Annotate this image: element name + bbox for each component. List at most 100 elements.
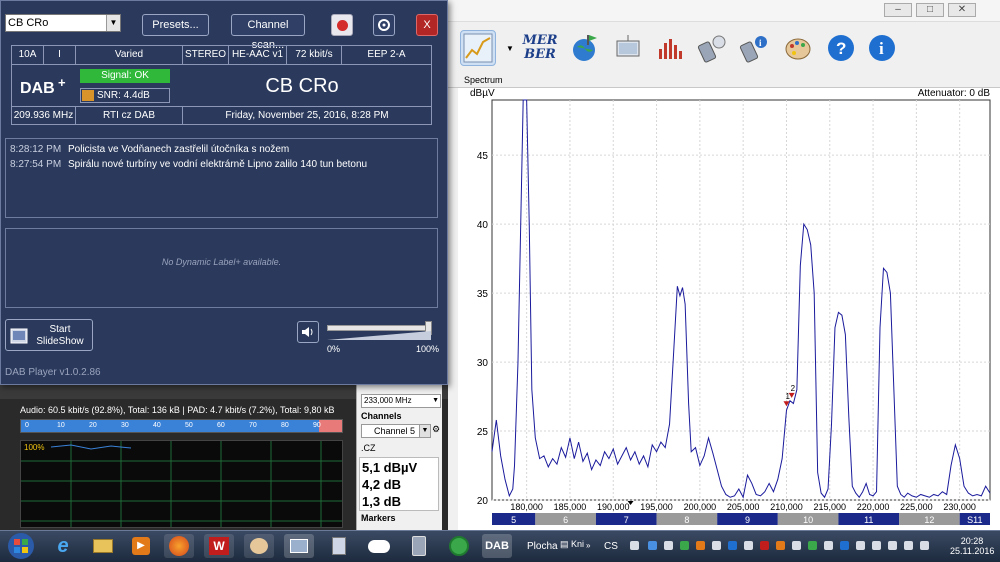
meter-disc-icon <box>697 35 726 63</box>
toolbar-books[interactable]: ▤ Kni <box>560 539 584 550</box>
taskbar-media-player[interactable]: ▶ <box>126 534 156 558</box>
settings-button[interactable] <box>373 14 395 36</box>
firefox-icon <box>169 536 189 556</box>
svg-text:+: + <box>58 76 66 90</box>
volume-wedge <box>327 331 431 340</box>
country-code: .CZ <box>361 443 376 453</box>
y-tick-label: 45 <box>477 151 489 162</box>
dynamic-label-box: No Dynamic Label+ available. <box>5 228 438 308</box>
mute-button[interactable] <box>297 321 319 343</box>
globe-button[interactable] <box>566 30 602 66</box>
channel-scan-button[interactable]: Channel scan... <box>231 14 305 51</box>
ensemble-cell: RTI cz DAB <box>76 106 183 125</box>
monitor-button[interactable] <box>610 30 646 66</box>
service-info-table: 10A I Varied STEREO HE-AAC v1 72 kbit/s … <box>11 45 432 125</box>
audio-scale-tick: 20 <box>89 422 97 429</box>
dynamic-label-placeholder: No Dynamic Label+ available. <box>161 257 282 267</box>
globe-icon <box>449 536 469 556</box>
clock[interactable]: 20:28 25.11.2016 <box>950 536 994 556</box>
volume-min-label: 0% <box>327 344 341 354</box>
help-button[interactable]: ? <box>823 30 859 66</box>
x-tick-label: 185,000 <box>554 502 587 512</box>
channel-band-label: S11 <box>967 515 982 525</box>
graph-max-label: 100% <box>24 443 45 452</box>
maximize-button[interactable]: □ <box>916 3 944 17</box>
start-slideshow-button[interactable]: Start SlideShow <box>5 319 93 351</box>
block-cell: 10A <box>12 46 44 65</box>
record-button[interactable] <box>331 14 353 36</box>
taskbar-firefox[interactable] <box>164 534 194 558</box>
cloud-icon <box>368 539 390 553</box>
dab-player-window: CB CRo ▼ Presets... Channel scan... X 10… <box>0 0 448 385</box>
dropdown-arrow-icon[interactable]: ▼ <box>506 44 514 53</box>
spectrum-tab-label: Spectrum <box>464 75 503 85</box>
type-cell: I <box>44 46 76 65</box>
channel-band-label: 6 <box>563 515 568 525</box>
markers-heading: Markers <box>361 513 396 523</box>
frequency-select[interactable]: 233,000 MHz ▼ <box>361 394 441 408</box>
audio-graph-grid <box>21 441 342 527</box>
taskbar-meter[interactable] <box>404 534 434 558</box>
channel-band-label: 12 <box>924 515 934 525</box>
start-button[interactable] <box>4 531 38 561</box>
x-tick-label: 210,000 <box>770 502 803 512</box>
language-indicator[interactable]: CS <box>604 541 618 552</box>
levels-button[interactable] <box>652 30 688 66</box>
level-reading: 5,1 dBµV <box>362 460 418 475</box>
books-label: Kni <box>571 539 585 549</box>
clock-time: 20:28 <box>960 536 984 546</box>
channel-dropdown-button[interactable]: ▼ <box>419 424 431 438</box>
windows-logo-icon <box>8 533 34 559</box>
slideshow-label-line2: SlideShow <box>36 336 84 347</box>
news-time: 8:27:54 PM <box>10 159 62 170</box>
x-tick-label: 220,000 <box>857 502 890 512</box>
plot-border <box>491 99 991 501</box>
info-button[interactable]: i <box>864 30 900 66</box>
spectrum-graph-icon <box>463 33 493 63</box>
mode-cell: STEREO <box>183 46 229 65</box>
snr-text: SNR: 4.4dB <box>97 90 150 101</box>
taskbar-explorer[interactable] <box>88 534 118 558</box>
spectrum-plot-area: 20 25 30 35 40 45 180,000 185,000 190,000 195,000… <box>458 88 1000 530</box>
x-tick-label: 215,000 <box>814 502 847 512</box>
x-tick-label: 205,000 <box>727 502 760 512</box>
mer-ber-button[interactable]: MER BER <box>518 30 562 66</box>
attenuator-readout: Attenuator: 0 dB <box>917 88 990 99</box>
taskbar-app[interactable] <box>284 534 314 558</box>
protection-cell: EEP 2-A <box>342 46 431 65</box>
taskbar-winamp[interactable]: W <box>204 534 234 558</box>
snr-readout: SNR: 4.4dB <box>80 88 170 103</box>
settings-icon[interactable]: ⚙ <box>432 424 442 438</box>
meter-info-button[interactable]: i <box>736 30 772 66</box>
genre-cell: Varied <box>76 46 183 65</box>
snr-quality-swatch <box>82 90 94 101</box>
y-tick-label: 25 <box>477 427 489 438</box>
taskbar-globe[interactable] <box>444 534 474 558</box>
taskbar-calculator[interactable] <box>324 534 354 558</box>
audio-scale-tick: 60 <box>217 422 225 429</box>
taskbar-dab[interactable]: DAB <box>482 534 512 558</box>
dab-plus-logo: DAB + <box>20 75 72 98</box>
taskbar-ie[interactable]: e <box>48 534 78 558</box>
close-button[interactable]: X <box>416 14 438 36</box>
tab-spectrum[interactable]: Spectrum <box>448 72 1000 88</box>
x-tick-label: 180,000 <box>510 502 543 512</box>
desktop-label[interactable]: Plocha <box>527 541 558 552</box>
readings-box: 5,1 dBµV 4,2 dB 1,3 dB <box>359 457 439 511</box>
frequency-value: 233,000 MHz <box>364 396 412 405</box>
meter-disc-button[interactable] <box>694 30 730 66</box>
station-select[interactable]: CB CRo ▼ <box>5 14 121 32</box>
taskbar-paint[interactable] <box>244 534 274 558</box>
presets-button[interactable]: Presets... <box>142 14 209 36</box>
volume-max-label: 100% <box>416 344 440 354</box>
chevron-right-icon[interactable]: » <box>586 541 590 550</box>
minimize-button[interactable]: – <box>884 3 912 17</box>
spectrum-graph-button[interactable] <box>460 30 496 66</box>
app-window-icon <box>290 539 308 553</box>
close-window-button[interactable]: ✕ <box>948 3 976 17</box>
meter-icon <box>412 536 426 556</box>
cn-reading: 1,3 dB <box>362 494 402 509</box>
taskbar-cloud[interactable] <box>364 534 394 558</box>
spectrum-analyzer-window: – □ ✕ ▼ MER BER i ? i Spectrum 20 25 30 … <box>448 0 1000 530</box>
palette-button[interactable] <box>780 30 816 66</box>
